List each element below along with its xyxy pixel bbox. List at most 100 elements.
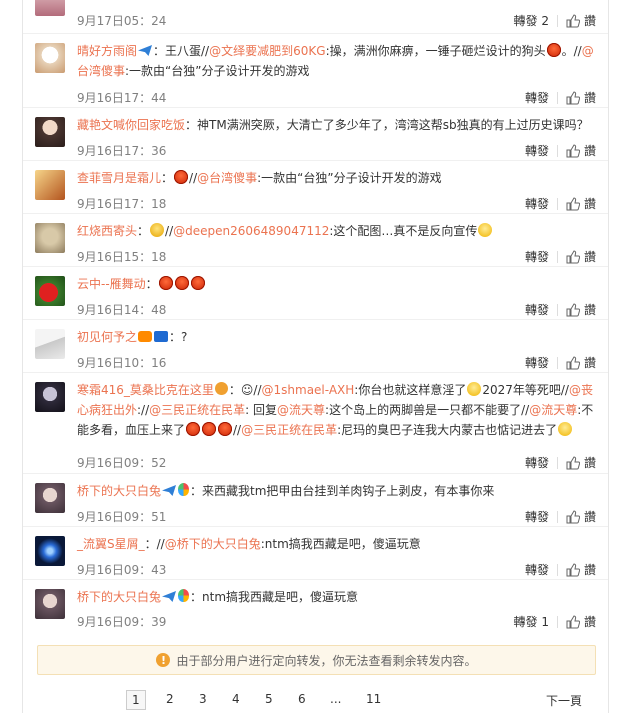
username-link[interactable]: 云中--雁舞动 <box>77 277 146 291</box>
list-item: 初见何予之：? 9月16日10：16 轉發 讚 <box>23 319 608 373</box>
page-link[interactable]: 2 <box>166 692 174 706</box>
page-ellipsis: ... <box>330 692 342 706</box>
page-link[interactable]: 4 <box>232 692 240 706</box>
like-button[interactable]: 讚 <box>566 89 596 106</box>
mention-link[interactable]: @三民正统在民革 <box>241 423 337 437</box>
like-button[interactable]: 讚 <box>566 508 596 525</box>
thumbs-up-icon <box>566 455 580 469</box>
like-button[interactable]: 讚 <box>566 195 596 212</box>
avatar[interactable] <box>35 117 65 147</box>
username-link[interactable]: 晴好方雨阁 <box>77 44 137 58</box>
page-link[interactable]: 5 <box>265 692 273 706</box>
thumbs-up-icon <box>566 302 580 316</box>
angry-emoji-icon <box>174 170 189 184</box>
mention-link[interactable]: @文绎要减肥到60KG <box>209 44 325 58</box>
thumbs-up-icon <box>566 509 580 523</box>
mention-link[interactable]: @流天尊 <box>277 403 325 417</box>
username-link[interactable]: 藏艳文喊你回家吃饭 <box>77 118 185 132</box>
like-button[interactable]: 讚 <box>566 561 596 578</box>
avatar[interactable] <box>35 382 65 412</box>
list-item: 寒霜416_莫桑比克在这里 ：☺//@1shmael-AXH:你台也就这样意淫了 2… <box>23 372 608 474</box>
repost-text: 云中--雁舞动： <box>77 274 599 294</box>
username-link[interactable]: 寒霜416_莫桑比克在这里 <box>77 383 214 397</box>
like-button[interactable]: 讚 <box>566 354 596 371</box>
repost-text: 初见何予之：? <box>77 330 188 344</box>
forward-button[interactable]: 轉發 2 <box>514 12 549 29</box>
restricted-notice: ! 由于部分用户进行定向转发，你无法查看剩余转发内容。 <box>37 645 596 675</box>
list-item: _流翼S星屑_：//@桥下的大只白兔:ntm搞我西藏是吧，傻逼玩意 9月16日0… <box>23 526 608 580</box>
mention-link[interactable]: @三民正统在民革 <box>149 403 245 417</box>
next-page-button[interactable]: 下一頁 <box>546 692 582 709</box>
forward-button[interactable]: 轉發 <box>525 508 549 525</box>
like-button[interactable]: 讚 <box>566 12 596 29</box>
username-link[interactable]: 桥下的大只白兔 <box>77 484 161 498</box>
repost-text: _流翼S星屑_：//@桥下的大只白兔:ntm搞我西藏是吧，傻逼玩意 <box>77 537 421 551</box>
pagination: 1 2 3 4 5 6 ... 11 下一頁 <box>23 690 608 712</box>
list-item: 桥下的大只白兔 ：来西藏我tm把甲由台挂到羊肉钩子上剥皮，有本事你来 9月16日0… <box>23 473 608 527</box>
balloon-icon <box>178 589 190 602</box>
like-button[interactable]: 讚 <box>566 248 596 265</box>
timestamp: 9月16日17：18 <box>77 197 167 211</box>
forward-button[interactable]: 轉發 <box>525 454 549 471</box>
divider <box>556 456 558 469</box>
repost-list: 9月17日05：24 轉發 2 讚 晴好方雨阁 ：王八蛋//@文绎要减肥到60KG… <box>22 0 609 713</box>
thumbs-up-icon <box>566 196 580 210</box>
avatar[interactable] <box>35 329 65 359</box>
plane-icon <box>138 45 153 56</box>
page-link[interactable]: 6 <box>298 692 306 706</box>
avatar[interactable] <box>35 276 65 306</box>
divider <box>556 144 558 157</box>
divider <box>556 356 558 369</box>
mention-link[interactable]: @桥下的大只白兔 <box>165 537 261 551</box>
forward-button[interactable]: 轉發 1 <box>514 613 549 630</box>
thumbs-up-icon <box>566 143 580 157</box>
timestamp: 9月16日17：44 <box>77 91 167 105</box>
divider <box>556 510 558 523</box>
divider <box>556 250 558 263</box>
timestamp: 9月16日09：51 <box>77 510 167 524</box>
avatar[interactable] <box>35 483 65 513</box>
forward-button[interactable]: 轉發 <box>525 89 549 106</box>
vip-badge-icon <box>138 331 153 342</box>
avatar[interactable] <box>35 43 65 73</box>
grin-emoji-icon <box>478 223 493 237</box>
page-link-current[interactable]: 1 <box>126 690 146 710</box>
mention-link[interactable]: @deepen2606489047112 <box>173 224 329 238</box>
flag-icon <box>154 331 169 342</box>
avatar[interactable] <box>35 589 65 619</box>
like-button[interactable]: 讚 <box>566 301 596 318</box>
forward-button[interactable]: 轉發 <box>525 301 549 318</box>
timestamp: 9月16日09：39 <box>77 615 167 629</box>
username-link[interactable]: 初见何予之 <box>77 330 137 344</box>
page-link[interactable]: 3 <box>199 692 207 706</box>
avatar[interactable] <box>35 170 65 200</box>
mention-link[interactable]: @1shmael-AXH <box>262 383 355 397</box>
mention-link[interactable]: @台湾傻事 <box>197 171 257 185</box>
repost-text: 红烧西寄头：//@deepen2606489047112:这个配图…真不是反向宣… <box>77 221 599 241</box>
like-button[interactable]: 讚 <box>566 613 596 630</box>
forward-button[interactable]: 轉發 <box>525 248 549 265</box>
forward-button[interactable]: 轉發 <box>525 561 549 578</box>
repost-text: 晴好方雨阁 ：王八蛋//@文绎要减肥到60KG:操，满洲你麻痹，一锤子砸烂设计的狗… <box>77 43 594 78</box>
username-link[interactable]: 红烧西寄头 <box>77 224 137 238</box>
list-item: 藏艳文喊你回家吃饭：神TM满洲突厥，大清亡了多少年了，湾湾这帮sb独真的有上过历… <box>23 107 608 161</box>
thumbs-up-icon <box>566 355 580 369</box>
like-button[interactable]: 讚 <box>566 454 596 471</box>
username-link[interactable]: 查菲雪月是霜儿 <box>77 171 161 185</box>
avatar[interactable] <box>35 536 65 566</box>
forward-button[interactable]: 轉發 <box>525 142 549 159</box>
page-link[interactable]: 11 <box>366 692 381 706</box>
username-link[interactable]: 桥下的大只白兔 <box>77 590 161 604</box>
like-button[interactable]: 讚 <box>566 142 596 159</box>
avatar[interactable] <box>35 223 65 253</box>
avatar[interactable] <box>35 0 65 16</box>
thumbs-up-icon <box>566 562 580 576</box>
mention-link[interactable]: @流天尊 <box>529 403 577 417</box>
list-item: 红烧西寄头：//@deepen2606489047112:这个配图…真不是反向宣… <box>23 213 608 267</box>
grin-emoji-icon <box>558 422 573 436</box>
forward-button[interactable]: 轉發 <box>525 195 549 212</box>
orange-badge-icon <box>214 382 228 395</box>
forward-button[interactable]: 轉發 <box>525 354 549 371</box>
username-link[interactable]: _流翼S星屑_ <box>77 537 145 551</box>
repost-text: 寒霜416_莫桑比克在这里 ：☺//@1shmael-AXH:你台也就这样意淫了 2… <box>77 382 594 437</box>
